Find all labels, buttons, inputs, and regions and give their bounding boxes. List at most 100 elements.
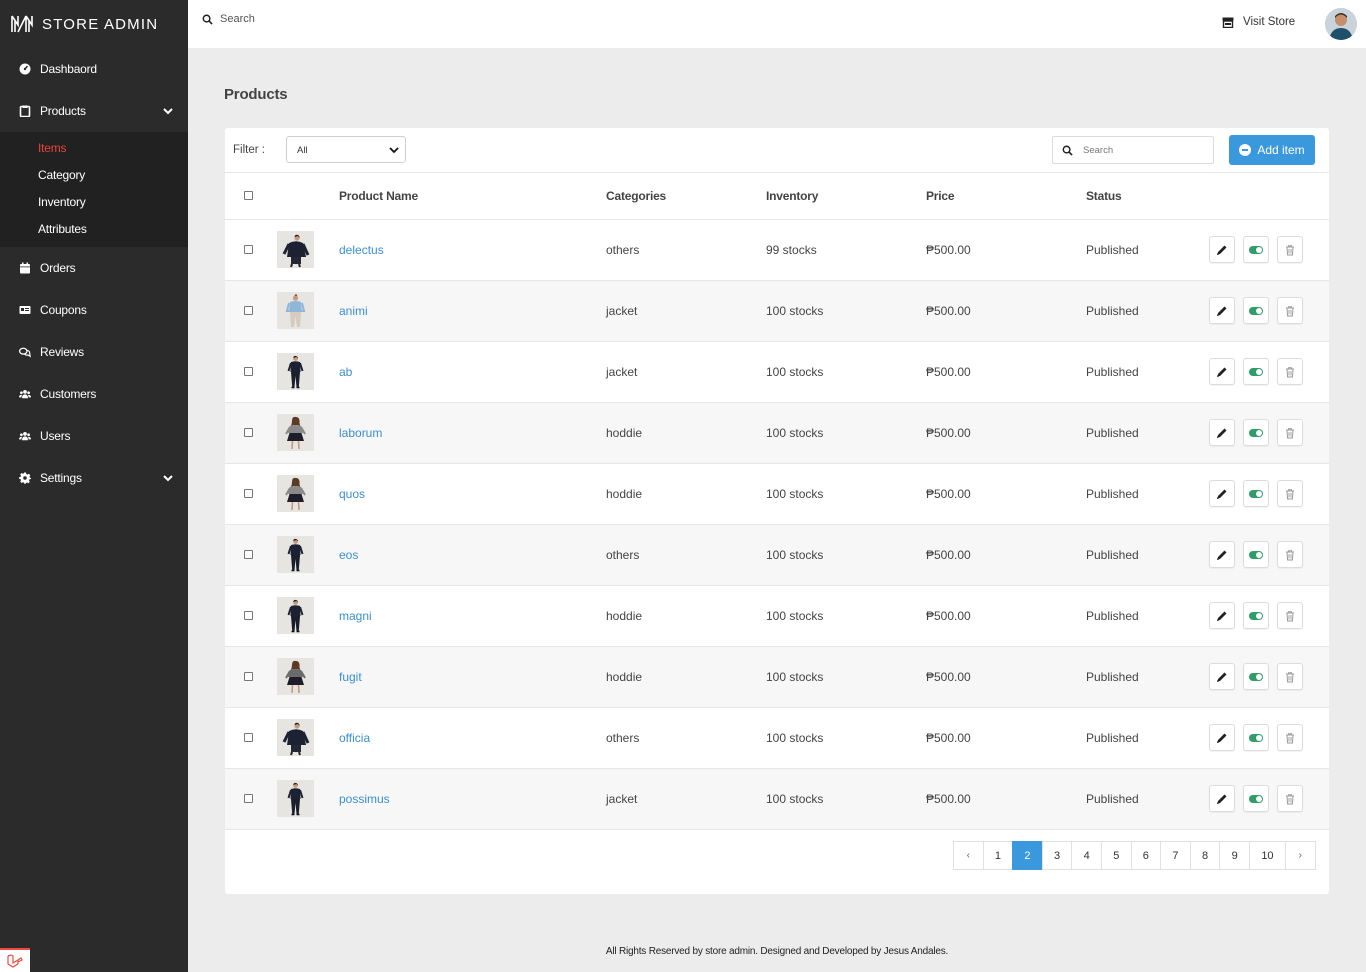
product-thumbnail[interactable] (277, 475, 314, 512)
publish-toggle-button[interactable] (1243, 358, 1269, 385)
edit-button[interactable] (1209, 541, 1235, 568)
pagination-page-2[interactable]: 2 (1012, 841, 1043, 870)
thumbnail-cell (277, 768, 339, 830)
edit-button[interactable] (1209, 419, 1235, 446)
delete-button[interactable] (1277, 297, 1303, 324)
pagination-page-5[interactable]: 5 (1100, 841, 1132, 870)
publish-toggle-button[interactable] (1243, 419, 1269, 446)
sidebar-item-customers[interactable]: Customers (0, 373, 188, 415)
product-thumbnail[interactable] (277, 414, 314, 451)
pagination-page-3[interactable]: 3 (1041, 841, 1073, 870)
sidebar-item-products[interactable]: Products (0, 90, 188, 132)
publish-toggle-button[interactable] (1243, 602, 1269, 629)
row-checkbox[interactable] (244, 549, 253, 559)
edit-button[interactable] (1209, 602, 1235, 629)
product-name-link[interactable]: quos (339, 487, 365, 501)
pagination-next-button[interactable]: › (1284, 841, 1316, 870)
edit-button[interactable] (1209, 785, 1235, 812)
edit-button[interactable] (1209, 236, 1235, 263)
sidebar-item-coupons[interactable]: Coupons (0, 289, 188, 331)
publish-toggle-button[interactable] (1243, 297, 1269, 324)
product-name-link[interactable]: possimus (339, 792, 390, 806)
publish-toggle-button[interactable] (1243, 541, 1269, 568)
publish-toggle-button[interactable] (1243, 480, 1269, 507)
inventory-cell: 100 stocks (766, 524, 926, 586)
submenu-item-attributes[interactable]: Attributes (0, 216, 188, 243)
edit-button[interactable] (1209, 358, 1235, 385)
edit-button[interactable] (1209, 663, 1235, 690)
pagination-page-7[interactable]: 7 (1160, 841, 1191, 870)
row-checkbox[interactable] (244, 488, 253, 498)
product-name-link[interactable]: ab (339, 365, 352, 379)
top-search[interactable]: Search (202, 13, 255, 25)
delete-button[interactable] (1277, 236, 1303, 263)
product-thumbnail[interactable] (277, 353, 314, 390)
product-name-link[interactable]: fugit (339, 670, 362, 684)
product-thumbnail[interactable] (277, 536, 314, 573)
sidebar-item-dashboard[interactable]: Dashbaord (0, 48, 188, 90)
delete-button[interactable] (1277, 541, 1303, 568)
row-checkbox[interactable] (244, 610, 253, 620)
edit-button[interactable] (1209, 480, 1235, 507)
row-checkbox[interactable] (244, 793, 253, 803)
row-checkbox[interactable] (244, 305, 253, 315)
row-checkbox[interactable] (244, 244, 253, 254)
row-checkbox[interactable] (244, 671, 253, 681)
avatar[interactable] (1325, 8, 1357, 40)
product-thumbnail[interactable] (277, 658, 314, 695)
publish-toggle-button[interactable] (1243, 663, 1269, 690)
delete-button[interactable] (1277, 480, 1303, 507)
delete-button[interactable] (1277, 358, 1303, 385)
submenu-item-inventory[interactable]: Inventory (0, 189, 188, 216)
row-checkbox[interactable] (244, 427, 253, 437)
select-all-checkbox[interactable] (244, 190, 253, 200)
pagination-page-4[interactable]: 4 (1071, 841, 1102, 870)
delete-button[interactable] (1277, 785, 1303, 812)
visit-store-link[interactable]: Visit Store (1222, 16, 1295, 28)
submenu-item-items[interactable]: Items (0, 135, 188, 162)
pagination-page-10[interactable]: 10 (1248, 841, 1286, 870)
product-thumbnail[interactable] (277, 597, 314, 634)
product-thumbnail[interactable] (277, 292, 314, 329)
product-thumbnail[interactable] (277, 719, 314, 756)
delete-button[interactable] (1277, 602, 1303, 629)
sidebar-item-reviews[interactable]: Reviews (0, 331, 188, 373)
submenu-item-category[interactable]: Category (0, 162, 188, 189)
sidebar-item-orders[interactable]: Orders (0, 247, 188, 289)
laravel-badge[interactable] (0, 948, 30, 972)
product-name-link[interactable]: eos (339, 548, 358, 562)
sidebar-item-label: Dashbaord (40, 62, 97, 76)
brand[interactable]: STORE ADMIN (0, 0, 188, 48)
pencil-icon (1217, 306, 1227, 316)
product-name-link[interactable]: delectus (339, 243, 384, 257)
publish-toggle-button[interactable] (1243, 236, 1269, 263)
product-name-link[interactable]: laborum (339, 426, 382, 440)
sidebar-item-settings[interactable]: Settings (0, 457, 188, 499)
delete-button[interactable] (1277, 419, 1303, 446)
row-checkbox[interactable] (244, 732, 253, 742)
publish-toggle-button[interactable] (1243, 785, 1269, 812)
add-item-button[interactable]: Add item (1229, 135, 1315, 165)
product-thumbnail[interactable] (277, 231, 314, 268)
delete-button[interactable] (1277, 663, 1303, 690)
publish-toggle-button[interactable] (1243, 724, 1269, 751)
trash-icon (1286, 305, 1294, 316)
pagination-page-1[interactable]: 1 (982, 841, 1014, 870)
filter-select[interactable]: All (286, 136, 406, 163)
thumbnail-cell (277, 585, 339, 647)
product-name-link[interactable]: animi (339, 304, 368, 318)
pagination-prev-button[interactable]: ‹ (953, 841, 984, 870)
pagination-page-8[interactable]: 8 (1189, 841, 1221, 870)
pagination-page-6[interactable]: 6 (1130, 841, 1162, 870)
edit-button[interactable] (1209, 297, 1235, 324)
product-search-input[interactable]: Search (1052, 136, 1214, 164)
table-row: animi jacket 100 stocks ₱500.00 Published (225, 280, 1329, 342)
pagination-page-9[interactable]: 9 (1219, 841, 1250, 870)
row-checkbox[interactable] (244, 366, 253, 376)
product-thumbnail[interactable] (277, 780, 314, 817)
product-name-link[interactable]: magni (339, 609, 372, 623)
edit-button[interactable] (1209, 724, 1235, 751)
sidebar-item-users[interactable]: Users (0, 415, 188, 457)
delete-button[interactable] (1277, 724, 1303, 751)
product-name-link[interactable]: officia (339, 731, 370, 745)
